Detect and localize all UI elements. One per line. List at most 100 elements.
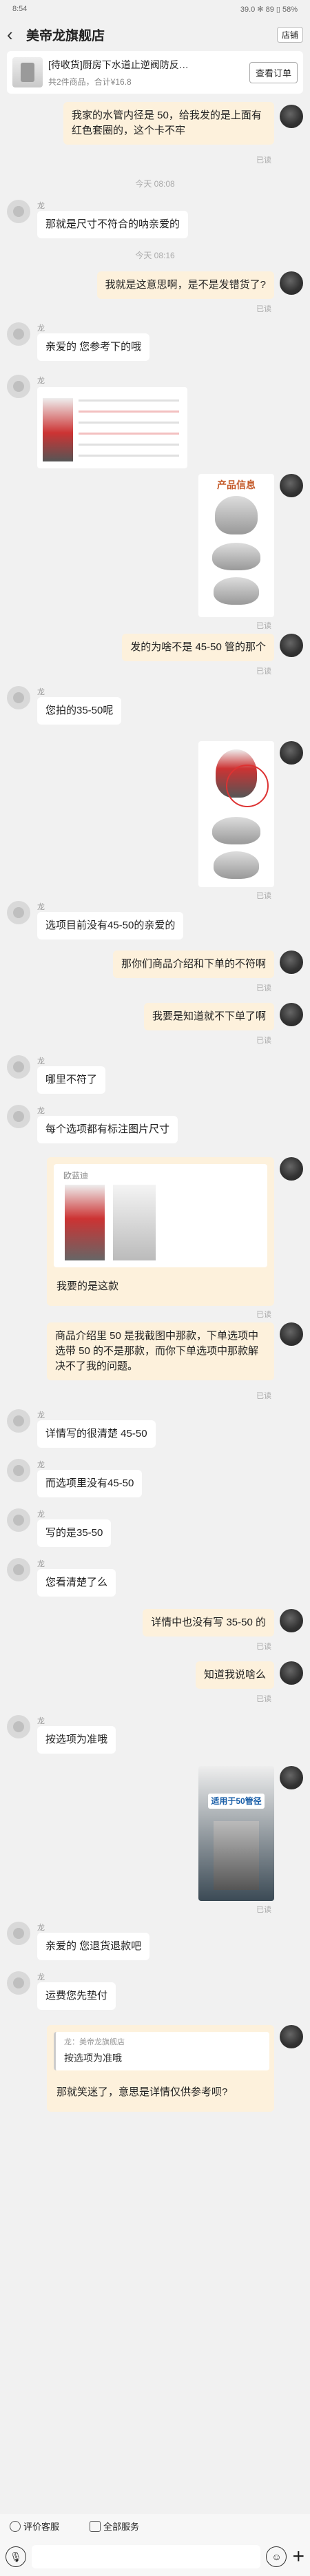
- order-thumbnail: [12, 57, 43, 87]
- plus-icon[interactable]: +: [292, 2546, 304, 2567]
- quoted-user: 龙：美帝龙旗舰店: [64, 2038, 125, 2046]
- read-receipt: 已读: [256, 984, 271, 993]
- avatar[interactable]: [280, 1003, 303, 1026]
- avatar[interactable]: [280, 1766, 303, 1789]
- avatar[interactable]: [7, 1459, 30, 1482]
- title-bar: ‹ 美帝龙旗舰店 店铺: [0, 18, 310, 51]
- message-bubble[interactable]: 您拍的35-50呢: [37, 697, 122, 725]
- quoted-card: 欧蓝迪: [54, 1164, 267, 1267]
- read-receipt: 已读: [256, 1643, 271, 1651]
- sender-name: 龙: [37, 1924, 45, 1932]
- message-bubble[interactable]: 运费您先垫付: [37, 1982, 116, 2010]
- message-bubble[interactable]: 我就是这意思啊，是不是发错货了?: [96, 271, 274, 299]
- avatar[interactable]: [7, 1922, 30, 1945]
- avatar[interactable]: [7, 200, 30, 223]
- avatar[interactable]: [280, 1609, 303, 1632]
- avatar[interactable]: [7, 375, 30, 398]
- sender-name: 龙: [37, 1973, 45, 1982]
- message-bubble[interactable]: 哪里不符了: [37, 1066, 106, 1094]
- quoted-card: 龙：美帝龙旗舰店 按选项为准哦: [54, 2032, 269, 2070]
- grid-icon: [90, 2520, 101, 2532]
- avatar[interactable]: [7, 1558, 30, 1581]
- all-services-button[interactable]: 全部服务: [90, 2520, 139, 2533]
- avatar[interactable]: [280, 1157, 303, 1181]
- quoted-message[interactable]: 龙：美帝龙旗舰店 按选项为准哦 那就笑迷了，意思是详情仅供参考呗?: [47, 2025, 274, 2112]
- avatar[interactable]: [7, 1105, 30, 1128]
- input-bar: 🎙 ☺ +: [0, 2540, 310, 2573]
- avatar[interactable]: [7, 1508, 30, 1532]
- avatar[interactable]: [280, 1322, 303, 1346]
- message-bubble[interactable]: 每个选项都有标注图片尺寸: [37, 1116, 178, 1143]
- sender-name: 龙: [37, 1717, 45, 1725]
- avatar[interactable]: [7, 1971, 30, 1995]
- message-bubble[interactable]: 详情中也没有写 35-50 的: [143, 1609, 274, 1637]
- screenshot-image[interactable]: [37, 387, 187, 468]
- message-input[interactable]: [32, 2545, 261, 2568]
- avatar[interactable]: [7, 1715, 30, 1738]
- avatar[interactable]: [280, 271, 303, 295]
- page-title: 美帝龙旗舰店: [26, 28, 105, 43]
- avatar[interactable]: [280, 741, 303, 765]
- annotated-image[interactable]: [198, 741, 274, 887]
- order-info: [待收货]厨房下水道止逆阀防反… 共2件商品，合计¥16.8: [48, 58, 244, 87]
- read-receipt: 已读: [256, 892, 271, 900]
- store-button[interactable]: 店铺: [276, 26, 303, 43]
- avatar[interactable]: [7, 686, 30, 709]
- order-summary: 共2件商品，合计¥16.8: [48, 76, 132, 87]
- image-title: 产品信息: [217, 479, 256, 490]
- quoted-message[interactable]: 欧蓝迪 我要的是这款: [47, 1157, 274, 1306]
- message-bubble[interactable]: 发的为啥不是 45-50 管的那个: [122, 634, 274, 661]
- order-card[interactable]: [待收货]厨房下水道止逆阀防反… 共2件商品，合计¥16.8 查看订单: [7, 51, 303, 94]
- sender-name: 龙: [37, 202, 45, 210]
- read-receipt: 已读: [256, 622, 271, 630]
- message-bubble[interactable]: 按选项为准哦: [37, 1726, 116, 1754]
- timestamp: 今天 08:16: [135, 251, 175, 260]
- bottom-bar: 评价客服 全部服务 🎙 ☺ +: [0, 2514, 310, 2576]
- message-bubble[interactable]: 而选项里没有45-50: [37, 1470, 143, 1497]
- avatar[interactable]: [7, 1055, 30, 1079]
- sender-name: 龙: [37, 1411, 45, 1420]
- avatar[interactable]: [280, 474, 303, 497]
- emoji-icon[interactable]: ☺: [266, 2546, 287, 2567]
- message-bubble[interactable]: 我家的水管内径是 50，给我发的是上面有红色套圈的，这个卡不牢: [63, 102, 274, 145]
- quoted-text: 按选项为准哦: [64, 2053, 122, 2064]
- avatar[interactable]: [280, 951, 303, 974]
- sender-name: 龙: [37, 1560, 45, 1568]
- message-bubble[interactable]: 亲爱的 您退货退款吧: [37, 1933, 150, 1960]
- message-bubble[interactable]: 选项目前没有45-50的亲爱的: [37, 912, 184, 939]
- message-bubble[interactable]: 那你们商品介绍和下单的不符啊: [112, 951, 274, 978]
- sender-name: 龙: [37, 1057, 45, 1066]
- avatar[interactable]: [280, 634, 303, 657]
- avatar[interactable]: [7, 1409, 30, 1433]
- status-icons: 39.0 ✻ 89 ▯ 58%: [240, 5, 298, 14]
- message-bubble[interactable]: 商品介绍里 50 是我截图中那款，下单选项中选带 50 的不是那款，而你下单选项…: [47, 1322, 274, 1380]
- read-receipt: 已读: [256, 305, 271, 313]
- avatar[interactable]: [7, 901, 30, 924]
- back-icon[interactable]: ‹: [7, 25, 26, 43]
- read-receipt: 已读: [256, 1906, 271, 1914]
- avatar[interactable]: [280, 105, 303, 128]
- product-info-image[interactable]: 产品信息: [198, 474, 274, 617]
- sender-name: 龙: [37, 1107, 45, 1115]
- message-bubble[interactable]: 您看清楚了么: [37, 1569, 116, 1597]
- avatar[interactable]: [280, 2025, 303, 2048]
- message-bubble[interactable]: 知道我说啥么: [195, 1661, 274, 1689]
- status-time: 8:54: [12, 5, 28, 13]
- message-bubble[interactable]: 写的是35-50: [37, 1519, 112, 1547]
- message-bubble[interactable]: 我要是知道就不下单了啊: [143, 1003, 274, 1030]
- microphone-icon[interactable]: 🎙: [6, 2546, 26, 2567]
- review-service-button[interactable]: 评价客服: [10, 2520, 59, 2533]
- message-bubble[interactable]: 详情写的很清楚 45-50: [37, 1420, 156, 1448]
- avatar[interactable]: [7, 322, 30, 346]
- status-bar: 8:54 39.0 ✻ 89 ▯ 58%: [0, 0, 310, 18]
- message-bubble[interactable]: 亲爱的 您参考下的哦: [37, 333, 150, 361]
- sender-name: 龙: [37, 1461, 45, 1469]
- pipe-image[interactable]: 适用于50管径: [198, 1766, 274, 1901]
- read-receipt: 已读: [256, 1037, 271, 1045]
- order-title: [待收货]厨房下水道止逆阀防反…: [48, 59, 189, 70]
- avatar[interactable]: [280, 1661, 303, 1685]
- title-actions: 店铺: [276, 26, 303, 43]
- message-bubble[interactable]: 那就是尺寸不符合的呐亲爱的: [37, 211, 189, 238]
- view-order-button[interactable]: 查看订单: [249, 61, 298, 83]
- read-receipt: 已读: [256, 156, 271, 165]
